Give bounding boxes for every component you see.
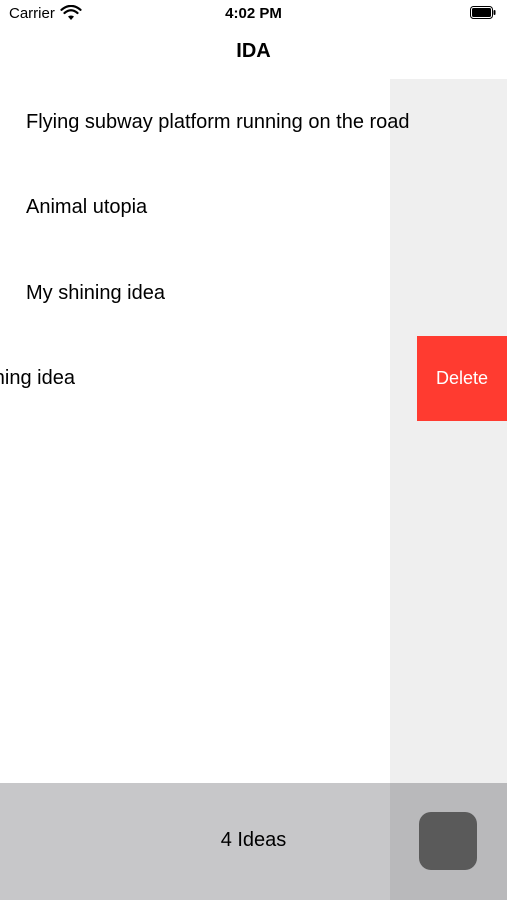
delete-button[interactable]: Delete (417, 336, 507, 421)
idea-row[interactable]: My shining idea (0, 251, 507, 336)
nav-title: IDA (236, 40, 271, 62)
idea-title: Animal utopia (26, 196, 148, 218)
idea-title: My shining idea (0, 367, 75, 389)
idea-row[interactable]: Animal utopia (0, 165, 507, 250)
status-bar: Carrier 4:02 PM (0, 0, 507, 28)
bottom-toolbar: 4 Ideas (0, 783, 507, 900)
battery-icon (470, 6, 496, 19)
add-idea-button[interactable] (419, 812, 477, 870)
idea-row[interactable]: Flying subway platform running on the ro… (0, 80, 507, 165)
idea-title: Flying subway platform running on the ro… (26, 111, 410, 133)
idea-title: My shining idea (26, 282, 165, 304)
status-time: 4:02 PM (225, 5, 282, 22)
